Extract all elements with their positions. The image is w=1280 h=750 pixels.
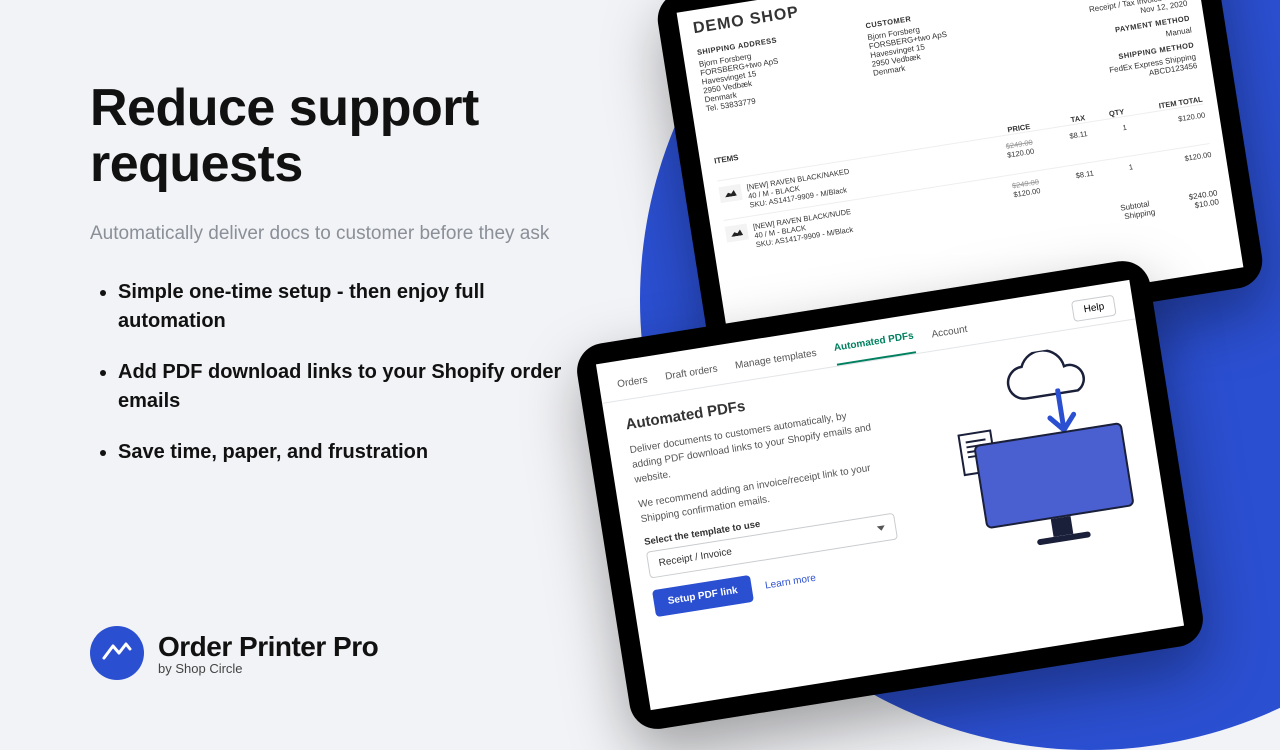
invoice-meta: Receipt / Tax Invoice #1788 Nov 12, 2020…	[1034, 0, 1198, 93]
select-value: Receipt / Invoice	[658, 547, 733, 569]
bullet-item: Add PDF download links to your Shopify o…	[118, 358, 570, 416]
product-thumb-icon	[725, 223, 749, 242]
learn-more-link[interactable]: Learn more	[764, 573, 816, 592]
monitor-icon	[963, 420, 1150, 565]
headline-line2: requests	[90, 135, 303, 193]
chevron-down-icon	[877, 525, 886, 531]
brand-name: Order Printer Pro	[158, 631, 378, 663]
brand-lockup: Order Printer Pro by Shop Circle	[90, 626, 378, 680]
brand-logo-icon	[90, 626, 144, 680]
help-button[interactable]: Help	[1071, 295, 1116, 322]
bullet-item: Simple one-time setup - then enjoy full …	[118, 278, 570, 336]
subheading: Automatically deliver docs to customer b…	[90, 220, 570, 248]
headline-line1: Reduce support	[90, 79, 479, 137]
brand-byline: by Shop Circle	[158, 661, 378, 676]
shipping-address-block: SHIPPING ADDRESS Bjorn Forsberg FORSBERG…	[696, 25, 860, 147]
product-thumb-icon	[718, 184, 742, 203]
setup-pdf-link-button[interactable]: Setup PDF link	[652, 575, 754, 617]
customer-block: CUSTOMER Bjorn Forsberg FORSBERG+two ApS…	[865, 0, 1029, 120]
admin-illustration	[893, 338, 1151, 574]
feature-bullets: Simple one-time setup - then enjoy full …	[90, 278, 570, 467]
marketing-copy: Reduce support requests Automatically de…	[90, 80, 570, 489]
headline: Reduce support requests	[90, 80, 570, 192]
bullet-item: Save time, paper, and frustration	[118, 438, 570, 467]
